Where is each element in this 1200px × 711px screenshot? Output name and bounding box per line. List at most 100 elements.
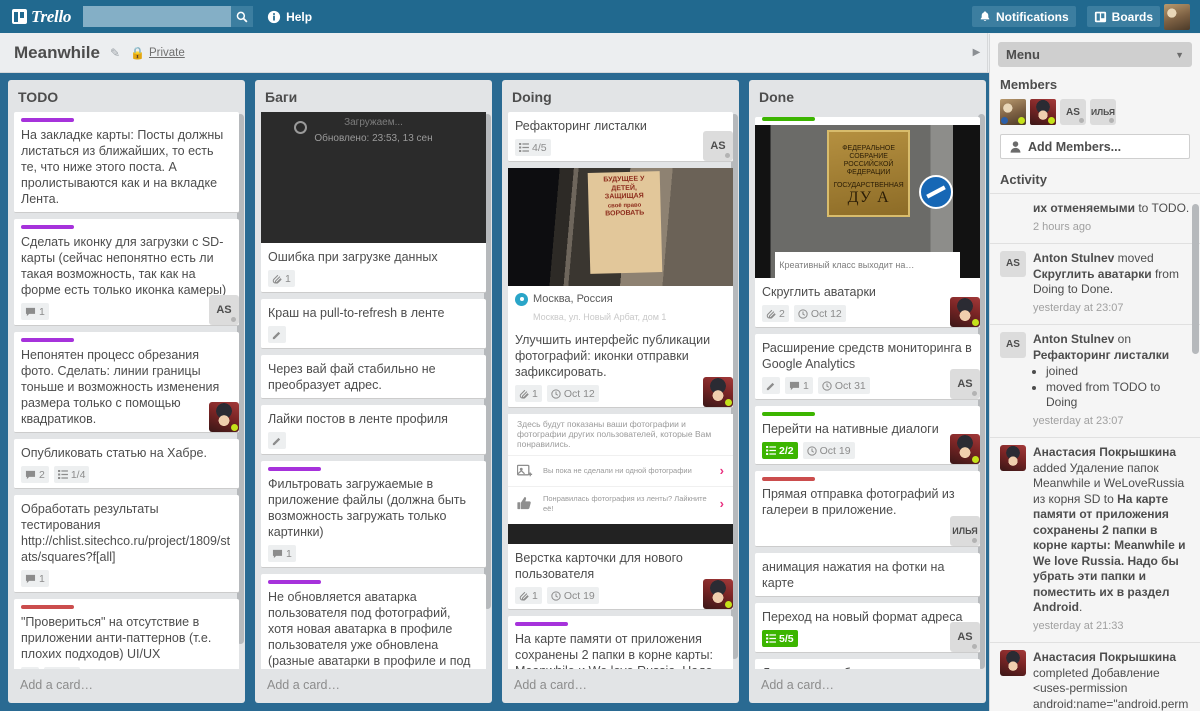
card[interactable]: Не обновляется аватарка пользователя под… <box>261 574 486 669</box>
cover-loading-text: Загружаем... <box>344 117 403 128</box>
card-title: Прямая отправка фотографий из галереи в … <box>762 487 955 517</box>
comment-icon <box>25 574 36 583</box>
add-card-button[interactable]: Add a card… <box>255 669 492 703</box>
list-title[interactable]: Done <box>749 80 986 112</box>
card[interactable]: Лайки постов в ленте профиля <box>261 405 486 455</box>
card[interactable]: Краш на pull-to-refresh в ленте <box>261 299 486 349</box>
card-member-avatar[interactable] <box>703 579 733 609</box>
current-user-avatar[interactable] <box>1164 3 1190 30</box>
card[interactable]: Загружаем... Обновлено: 23:53, 13 сен Ош… <box>261 112 486 293</box>
list-title[interactable]: Doing <box>502 80 739 112</box>
trello-logo-text: Trello <box>31 6 72 26</box>
card-title: Переход на новый формат адреса <box>762 610 963 624</box>
activity-avatar[interactable]: AS <box>1000 251 1026 277</box>
add-card-button[interactable]: Add a card… <box>749 669 986 703</box>
member-avatar[interactable] <box>1030 99 1056 125</box>
card[interactable]: БУДУЩЕЕ У ДЕТЕЙ, ЗАЩИЩАЯ своё право ВОРО… <box>508 168 733 408</box>
card-member-avatar[interactable] <box>950 434 980 464</box>
comment-badge: 1 <box>21 570 49 587</box>
list-title[interactable]: TODO <box>8 80 245 112</box>
card[interactable]: На закладке карты: Посты должны листатьс… <box>14 112 239 213</box>
card[interactable]: Листаемые табы AS <box>755 659 980 669</box>
member-avatar[interactable]: ИЛЬЯ <box>1090 99 1116 125</box>
activity-item: Анастасия Покрышкина completed Добавлени… <box>990 642 1200 711</box>
activity-avatar[interactable]: AS <box>1000 332 1026 358</box>
card-badges: 1 Oct 19 <box>508 587 733 604</box>
card[interactable]: Опубликовать статью на Хабре. 2 1/4 <box>14 439 239 489</box>
activity-avatar[interactable] <box>1000 445 1026 471</box>
card[interactable]: ФЕДЕРАЛЬНОЕ СОБРАНИЕ РОССИЙСКОЙ ФЕДЕРАЦИ… <box>755 117 980 328</box>
comment-icon <box>25 307 36 316</box>
board-canvas: TODO На закладке карты: Посты должны лис… <box>0 74 989 711</box>
card[interactable]: Расширение средств мониторинга в Google … <box>755 334 980 400</box>
search-input[interactable] <box>83 6 254 27</box>
member-avatar[interactable]: AS <box>1060 99 1086 125</box>
card[interactable]: анимация нажатия на фотки на карте <box>755 553 980 597</box>
card-title: Фильтровать загружаемые в приложение фай… <box>268 477 467 539</box>
clock-icon <box>806 445 817 456</box>
activity-bullets: joined moved from TODO to Doing <box>1046 364 1190 411</box>
add-members-button[interactable]: Add Members... <box>1000 134 1190 159</box>
card[interactable]: Перейти на нативные диалоги 2/2 Oct 19 <box>755 406 980 465</box>
pencil-icon <box>272 437 281 445</box>
card-container: На закладке карты: Посты должны листатьс… <box>8 112 245 669</box>
card-member-avatar[interactable]: AS <box>950 369 980 399</box>
card-member-avatar[interactable]: AS <box>209 295 239 325</box>
sidebar-menu-button[interactable]: Menu ▼ <box>998 42 1192 67</box>
card-member-avatar[interactable]: AS <box>703 131 733 161</box>
card[interactable]: Фильтровать загружаемые в приложение фай… <box>261 461 486 568</box>
list-title[interactable]: Баги <box>255 80 492 112</box>
thumbs-up-icon <box>517 496 534 511</box>
cover-geo-row: Москва, Россия <box>508 286 733 309</box>
bell-icon <box>980 11 990 21</box>
activity-timestamp: 2 hours ago <box>1033 220 1092 233</box>
trello-logo[interactable]: Trello <box>12 7 71 27</box>
chevron-right-icon: › <box>719 495 724 511</box>
card-badges: 1 <box>21 303 232 320</box>
card-badges: 1 <box>268 545 479 562</box>
add-card-button[interactable]: Add a card… <box>502 669 739 703</box>
activity-item: AS Anton Stulnev moved Скруглить аватарк… <box>990 243 1200 324</box>
card[interactable]: Обработать результаты тестирования http:… <box>14 495 239 593</box>
chevron-down-icon: ▼ <box>1175 49 1184 60</box>
card[interactable]: Прямая отправка фотографий из галереи в … <box>755 471 980 547</box>
card[interactable]: На карте памяти от приложения сохранены … <box>508 616 733 669</box>
card-label <box>268 467 321 471</box>
card-badges <box>268 432 479 449</box>
card[interactable]: Переход на новый формат адреса 5/5 AS <box>755 603 980 653</box>
pencil-icon[interactable]: ✎ <box>110 46 120 60</box>
board-visibility[interactable]: 🔒 Private <box>130 46 185 60</box>
search-box[interactable] <box>83 6 254 27</box>
card-member-avatar[interactable] <box>703 377 733 407</box>
search-icon[interactable] <box>231 6 254 27</box>
card-title: Через вай фай стабильно не преобразует а… <box>268 362 436 392</box>
activity-item: AS Anton Stulnev on Рефакторинг листалки… <box>990 324 1200 437</box>
activity-avatar[interactable] <box>1000 650 1026 676</box>
card[interactable]: Здесь будут показаны ваши фотографии и ф… <box>508 414 733 610</box>
attachment-icon <box>519 591 529 600</box>
card-title: Обработать результаты тестирования http:… <box>21 502 231 564</box>
member-avatar[interactable] <box>1000 99 1026 125</box>
card[interactable]: Через вай фай стабильно не преобразует а… <box>261 355 486 399</box>
card-member-avatar[interactable]: ИЛЬЯ <box>950 516 980 546</box>
add-card-button[interactable]: Add a card… <box>8 669 245 703</box>
card-member-avatar[interactable] <box>209 402 239 432</box>
card-label <box>21 338 74 342</box>
card-title: Скруглить аватарки <box>762 285 876 299</box>
sidebar-scrollbar[interactable] <box>1192 204 1199 354</box>
card-member-avatar[interactable] <box>950 297 980 327</box>
clock-icon <box>551 388 561 399</box>
card-cover-image: ФЕДЕРАЛЬНОЕ СОБРАНИЕ РОССИЙСКОЙ ФЕДЕРАЦИ… <box>755 125 980 278</box>
sidebar-toggle-button[interactable]: ▶ <box>966 33 988 72</box>
help-button[interactable]: Help <box>260 6 319 27</box>
checklist-badge-complete: 5/5 <box>762 630 798 647</box>
due-date-badge: Oct 31 <box>817 377 870 394</box>
boards-button[interactable]: Boards <box>1086 6 1160 27</box>
card[interactable]: Сделать иконку для загрузки с SD-карты (… <box>14 219 239 326</box>
card[interactable]: Рефакторинг листалки 4/5 AS <box>508 112 733 162</box>
card[interactable]: "Провериться" на отсутствие в приложении… <box>14 599 239 669</box>
notifications-button[interactable]: Notifications <box>971 6 1076 27</box>
add-members-label: Add Members... <box>1028 139 1122 154</box>
card-member-avatar[interactable]: AS <box>950 622 980 652</box>
card[interactable]: Непонятен процесс обрезания фото. Сделат… <box>14 332 239 433</box>
